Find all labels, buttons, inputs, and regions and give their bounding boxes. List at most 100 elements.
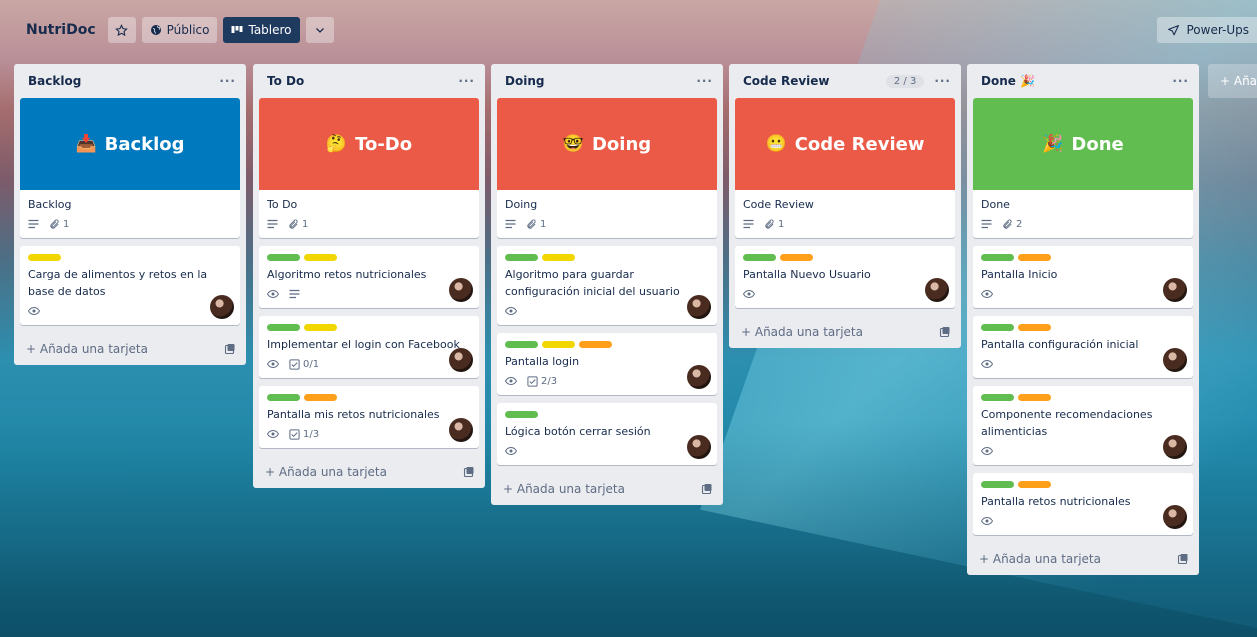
task-card[interactable]: Pantalla mis retos nutricionales 1/3 [259, 386, 479, 448]
list-menu-button[interactable]: ··· [696, 74, 713, 88]
card-badges [743, 286, 947, 302]
label-green[interactable] [743, 254, 776, 261]
label-green[interactable] [981, 254, 1014, 261]
list-title[interactable]: Backlog [28, 74, 219, 88]
powerups-button[interactable]: Power-Ups [1156, 17, 1257, 43]
label-yellow[interactable] [28, 254, 61, 261]
task-card[interactable]: Componente recomendaciones alimenticias [973, 386, 1193, 465]
label-orange[interactable] [304, 394, 337, 401]
label-yellow[interactable] [304, 324, 337, 331]
list-menu-button[interactable]: ··· [934, 74, 951, 88]
attachment-badge: 2 [1002, 219, 1022, 230]
star-button[interactable] [107, 17, 136, 43]
task-card[interactable]: Lógica botón cerrar sesión [497, 403, 717, 465]
member-avatar[interactable] [449, 418, 473, 442]
task-card[interactable]: Pantalla Inicio [973, 246, 1193, 308]
list-menu-button[interactable]: ··· [219, 74, 236, 88]
label-green[interactable] [505, 254, 538, 261]
task-card[interactable]: Pantalla configuración inicial [973, 316, 1193, 378]
member-avatar[interactable] [210, 295, 234, 319]
task-card[interactable]: Carga de alimentos y retos en la base de… [20, 246, 240, 325]
member-avatar[interactable] [449, 278, 473, 302]
label-orange[interactable] [1018, 394, 1051, 401]
add-card-button[interactable]: + Añada una tarjeta [967, 543, 1199, 575]
member-avatar[interactable] [687, 295, 711, 319]
label-orange[interactable] [1018, 324, 1051, 331]
card-template-icon[interactable] [939, 326, 951, 338]
add-card-button[interactable]: + Añada una tarjeta [14, 333, 246, 365]
label-green[interactable] [267, 324, 300, 331]
member-avatar[interactable] [449, 348, 473, 372]
cover-text: Done [1071, 133, 1124, 155]
attachment-count: 2 [1016, 218, 1023, 230]
label-orange[interactable] [1018, 481, 1051, 488]
card-template-icon[interactable] [1177, 553, 1189, 565]
list-title[interactable]: Doing [505, 74, 696, 88]
label-orange[interactable] [1018, 254, 1051, 261]
cover-card[interactable]: 📥 Backlog Backlog 1 [20, 98, 240, 238]
label-yellow[interactable] [542, 254, 575, 261]
attachment-icon [764, 218, 775, 230]
task-card[interactable]: Pantalla login 2/3 [497, 333, 717, 395]
card-labels [267, 254, 471, 261]
card-template-icon[interactable] [224, 343, 236, 355]
member-avatar[interactable] [1163, 435, 1187, 459]
card-cover-image: 🤓 Doing [497, 98, 717, 190]
label-green[interactable] [981, 324, 1014, 331]
board-view-label: Tablero [248, 23, 292, 37]
member-avatar[interactable] [687, 435, 711, 459]
label-green[interactable] [981, 394, 1014, 401]
cover-card[interactable]: 🎉 Done Done 2 [973, 98, 1193, 238]
add-card-button[interactable]: + Añada una tarjeta [729, 316, 961, 348]
list-title[interactable]: Done 🎉 [981, 74, 1172, 88]
watch-icon [981, 516, 993, 526]
task-card[interactable]: Pantalla retos nutricionales [973, 473, 1193, 535]
member-avatar[interactable] [1163, 278, 1187, 302]
view-switcher-button[interactable] [305, 17, 334, 43]
card-template-icon[interactable] [701, 483, 713, 495]
list-menu-button[interactable]: ··· [458, 74, 475, 88]
label-green[interactable] [981, 481, 1014, 488]
card-badges [28, 303, 232, 319]
label-yellow[interactable] [304, 254, 337, 261]
member-avatar[interactable] [1163, 505, 1187, 529]
member-avatar[interactable] [687, 365, 711, 389]
list-title[interactable]: To Do [267, 74, 458, 88]
task-card[interactable]: Pantalla Nuevo Usuario [735, 246, 955, 308]
task-card[interactable]: Algoritmo para guardar configuración ini… [497, 246, 717, 325]
member-avatar[interactable] [925, 278, 949, 302]
add-card-button[interactable]: + Añada una tarjeta [491, 473, 723, 505]
card-badges: 1/3 [267, 426, 471, 442]
add-card-button[interactable]: + Añada una tarjeta [253, 456, 485, 488]
cover-card[interactable]: 🤓 Doing Doing 1 [497, 98, 717, 238]
description-icon [28, 219, 39, 229]
list-header: To Do ··· [253, 64, 485, 98]
list-3: Code Review 2 / 3 ··· 😬 Code Review Code Revi… [729, 64, 961, 348]
list-header: Doing ··· [491, 64, 723, 98]
task-card[interactable]: Algoritmo retos nutricionales [259, 246, 479, 308]
add-list-button[interactable]: + Aña [1208, 64, 1257, 98]
board-title[interactable]: NutriDoc [26, 22, 96, 38]
list-title[interactable]: Code Review [743, 74, 886, 88]
label-green[interactable] [267, 254, 300, 261]
description-icon [505, 219, 516, 229]
card-template-icon[interactable] [463, 466, 475, 478]
visibility-button[interactable]: Público [141, 17, 218, 43]
label-yellow[interactable] [542, 341, 575, 348]
label-green[interactable] [505, 411, 538, 418]
list-header: Code Review 2 / 3 ··· [729, 64, 961, 98]
cover-card[interactable]: 🤔 To-Do To Do 1 [259, 98, 479, 238]
cover-card[interactable]: 😬 Code Review Code Review 1 [735, 98, 955, 238]
list-4: Done 🎉 ··· 🎉 Done Done 2 Pantalla Inicio Pantal… [967, 64, 1199, 575]
list-menu-button[interactable]: ··· [1172, 74, 1189, 88]
label-orange[interactable] [579, 341, 612, 348]
label-green[interactable] [267, 394, 300, 401]
label-green[interactable] [505, 341, 538, 348]
member-avatar[interactable] [1163, 348, 1187, 372]
add-card-label: + Añada una tarjeta [503, 482, 625, 496]
card-title: Done [981, 198, 1010, 211]
label-orange[interactable] [780, 254, 813, 261]
task-card[interactable]: Implementar el login con Facebook 0/1 [259, 316, 479, 378]
board-view-button[interactable]: Tablero [223, 17, 300, 43]
card-labels [981, 394, 1185, 401]
